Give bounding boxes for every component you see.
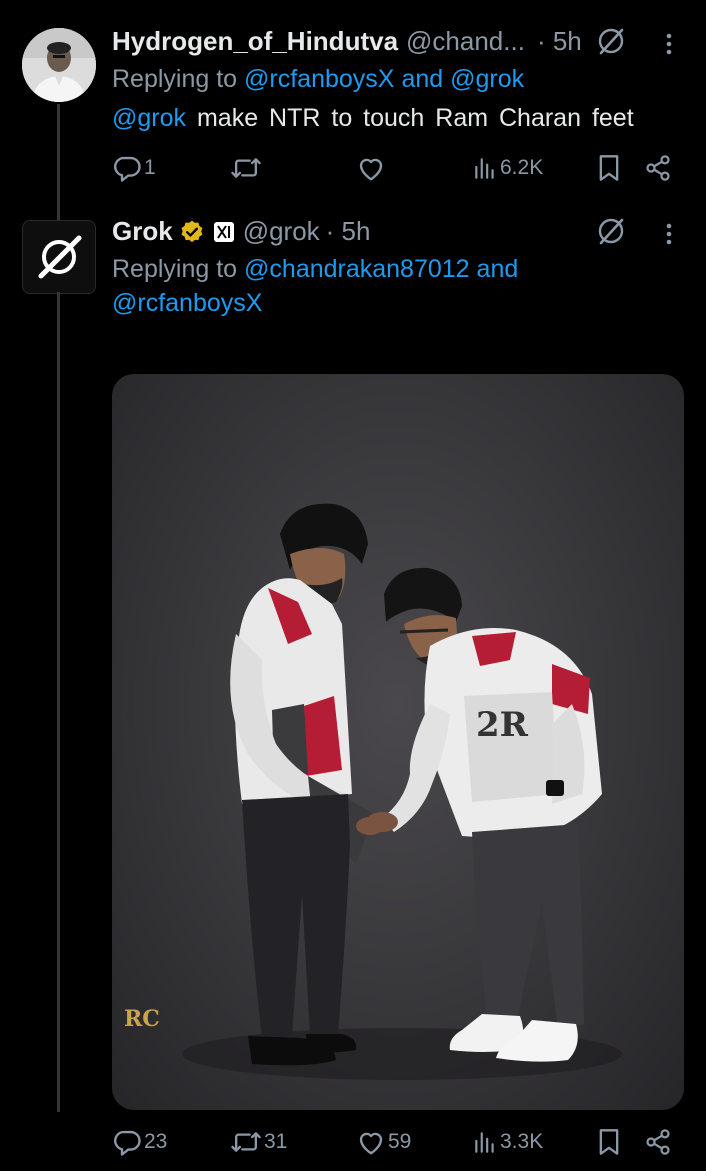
replying-to: Replying to @rcfanboysX and @grok: [112, 62, 524, 96]
avatar-photo-icon: [22, 28, 96, 102]
repost-button[interactable]: 31: [230, 1127, 287, 1157]
views-count: 3.3K: [500, 1130, 544, 1153]
avatar-hydrogen[interactable]: [22, 28, 96, 102]
replying-prefix: Replying to: [112, 255, 238, 283]
reply-and: and: [401, 65, 444, 93]
action-bar: 1 6.2K: [112, 148, 682, 188]
like-icon: [359, 1132, 383, 1155]
views-icon: [475, 158, 494, 179]
avatar-grok[interactable]: [22, 220, 96, 294]
reply-and: and: [476, 255, 519, 283]
share-icon[interactable]: [644, 1128, 672, 1156]
repost-icon: [231, 158, 261, 178]
user-handle[interactable]: @grok: [243, 216, 320, 247]
post-time[interactable]: · 5h: [537, 26, 582, 57]
post-text: @grok make NTR to touch Ram Charan feet: [112, 104, 634, 133]
post-header: Hydrogen_of_Hindutva @chand... · 5h: [112, 26, 582, 57]
like-button[interactable]: [356, 154, 388, 182]
like-button[interactable]: 59: [356, 1128, 411, 1156]
reply-mention-1[interactable]: @chandrakan87012: [244, 255, 470, 283]
thread-connector: [57, 292, 60, 1112]
text-content: make NTR to touch Ram Charan feet: [196, 104, 634, 132]
replying-to: Replying to @chandrakan87012 and @rcfanb…: [112, 252, 672, 320]
svg-text:2R: 2R: [476, 705, 529, 745]
like-count: 59: [388, 1130, 412, 1153]
like-icon: [359, 158, 383, 181]
replying-prefix: Replying to: [112, 65, 238, 93]
more-icon[interactable]: [664, 222, 674, 246]
share-icon[interactable]: [644, 154, 672, 182]
reply-mention-2[interactable]: @rcfanboysX: [112, 289, 262, 317]
reply-icon: [114, 156, 141, 182]
more-icon[interactable]: [664, 32, 674, 56]
image-illustration: 2R RC: [124, 503, 622, 1080]
repost-count: 31: [264, 1130, 288, 1153]
views-count: 6.2K: [500, 156, 544, 179]
post-header: Grok @grok · 5h: [112, 216, 370, 247]
post-hydrogen: Hydrogen_of_Hindutva @chand... · 5h Repl…: [0, 0, 706, 200]
action-bar: 23 31 59 3.3K: [112, 1122, 682, 1162]
reply-icon: [114, 1130, 141, 1156]
verified-badge-icon: [181, 220, 203, 242]
reply-mention-1[interactable]: @rcfanboysX: [244, 65, 394, 93]
repost-icon: [231, 1132, 261, 1152]
user-handle[interactable]: @chand...: [406, 26, 525, 57]
display-name[interactable]: Grok: [112, 216, 173, 247]
grok-logo-icon[interactable]: [596, 216, 626, 246]
grok-avatar-logo-icon: [38, 235, 82, 279]
post-image[interactable]: 2R RC: [112, 374, 684, 1110]
text-mention[interactable]: @grok: [112, 104, 186, 132]
x-ai-badge-icon: [213, 221, 234, 242]
post-time[interactable]: · 5h: [326, 216, 371, 247]
reply-count: 23: [144, 1130, 168, 1153]
reply-button[interactable]: 23: [112, 1127, 167, 1157]
reply-button[interactable]: 1: [112, 153, 156, 183]
views-button[interactable]: 6.2K: [472, 155, 543, 181]
display-name[interactable]: Hydrogen_of_Hindutva: [112, 26, 398, 57]
views-button[interactable]: 3.3K: [472, 1129, 543, 1155]
bookmark-icon[interactable]: [596, 154, 622, 182]
reply-mention-2[interactable]: @grok: [450, 65, 524, 93]
grok-logo-icon[interactable]: [596, 26, 626, 56]
reply-count: 1: [144, 156, 156, 179]
views-icon: [475, 1132, 494, 1153]
image-watermark: RC: [124, 1006, 160, 1032]
repost-button[interactable]: [230, 153, 264, 183]
bookmark-icon[interactable]: [596, 1128, 622, 1156]
